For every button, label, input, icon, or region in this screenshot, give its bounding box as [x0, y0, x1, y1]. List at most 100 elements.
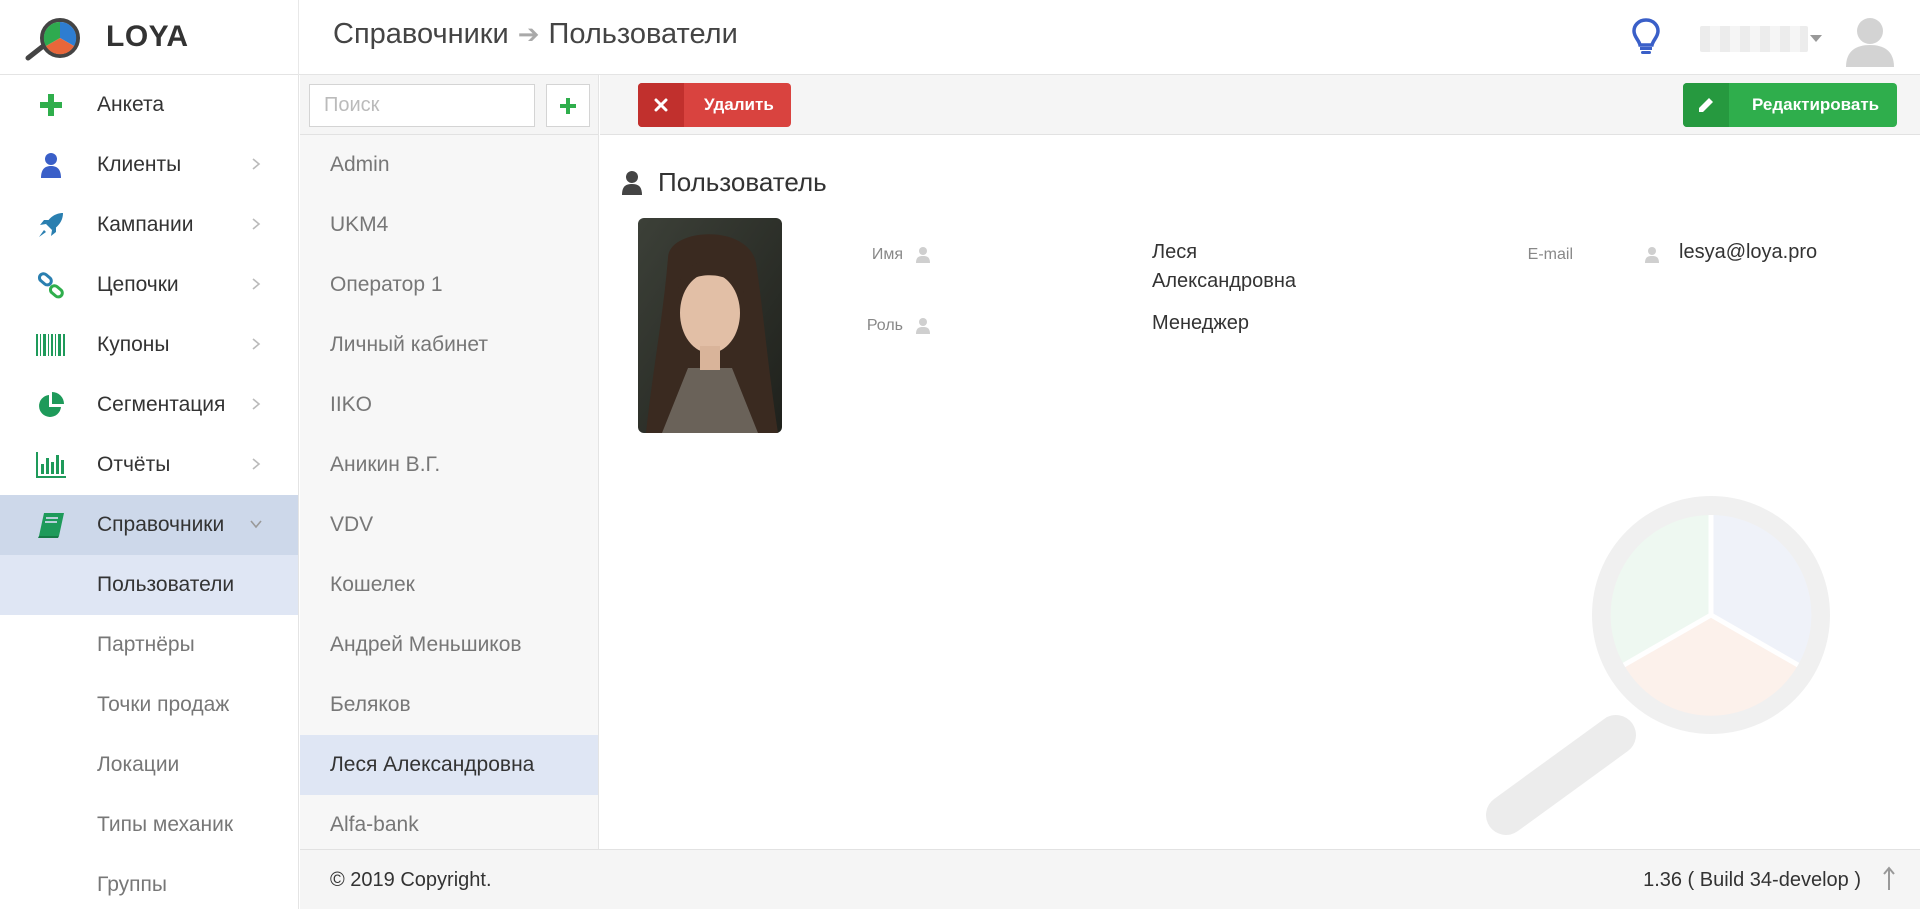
- sidebar-item-directories[interactable]: Справочники: [0, 495, 298, 555]
- edit-button-label: Редактировать: [1752, 95, 1880, 114]
- section-title-text: Пользователь: [658, 167, 827, 197]
- loya-watermark-icon: [1486, 496, 1830, 835]
- list-item-label: VDV: [330, 513, 374, 536]
- user-menu-caret-icon[interactable]: [1810, 35, 1822, 42]
- sidebar-item-anketa[interactable]: Анкета: [0, 75, 298, 135]
- sidebar-item-segmentation[interactable]: Сегментация: [0, 375, 298, 435]
- chevron-right-icon: [252, 398, 261, 410]
- breadcrumb-arrow-icon: ➔: [517, 19, 540, 49]
- user-detail-panel: Удалить Редактировать Пользователь Имя Л…: [600, 75, 1920, 849]
- sidebar-item-label: Цепочки: [97, 273, 179, 296]
- rocket-icon: [34, 210, 68, 240]
- list-item-label: Аникин В.Г.: [330, 453, 441, 476]
- user-icon: [1645, 247, 1659, 263]
- list-item-label: Admin: [330, 153, 390, 176]
- sidebar-item-label: Анкета: [97, 93, 165, 116]
- list-item-label: Беляков: [330, 693, 411, 716]
- close-icon: [638, 83, 684, 127]
- list-item-label: IIKO: [330, 393, 373, 416]
- sidebar-item-clients[interactable]: Клиенты: [0, 135, 298, 195]
- sidebar-item-reports[interactable]: Отчёты: [0, 435, 298, 495]
- search-input[interactable]: [309, 84, 535, 127]
- list-item[interactable]: Кошелек: [300, 555, 598, 615]
- sidebar-subitem-label: Точки продаж: [97, 693, 230, 716]
- user-avatar[interactable]: [1842, 11, 1898, 67]
- sidebar-subitem-partners[interactable]: Партнёры: [0, 615, 298, 675]
- sidebar-subitem-locations[interactable]: Локации: [0, 735, 298, 795]
- list-item[interactable]: Аникин В.Г.: [300, 435, 598, 495]
- add-user-button[interactable]: [546, 84, 590, 127]
- sidebar-item-label: Клиенты: [97, 153, 182, 176]
- arrow-up-icon[interactable]: [1881, 866, 1897, 892]
- user-icon: [622, 170, 642, 195]
- email-value: lesya@loya.pro: [1679, 241, 1818, 263]
- brand-name: LOYA: [106, 20, 189, 53]
- list-item-selected[interactable]: Леся Александровна: [300, 735, 598, 795]
- list-item[interactable]: IIKO: [300, 375, 598, 435]
- sidebar-item-label: Отчёты: [97, 453, 171, 476]
- list-item[interactable]: Беляков: [300, 675, 598, 735]
- breadcrumb-parent[interactable]: Справочники: [333, 18, 509, 51]
- section-title: Пользователь: [622, 167, 827, 198]
- sidebar-subitem-mechanic-types[interactable]: Типы механик: [0, 795, 298, 855]
- name-label: Имя: [871, 246, 903, 263]
- sidebar-item-campaigns[interactable]: Кампании: [0, 195, 298, 255]
- link-icon: [34, 270, 68, 300]
- footer: © 2019 Copyright. 1.36 ( Build 34-develo…: [300, 849, 1920, 909]
- breadcrumb-current: Пользователи: [548, 18, 738, 50]
- list-item-label: Леся Александровна: [330, 753, 535, 776]
- edit-button[interactable]: Редактировать: [1683, 83, 1897, 127]
- sidebar-subitem-label: Группы: [97, 873, 167, 896]
- list-toolbar: [300, 75, 598, 135]
- brand[interactable]: LOYA: [0, 0, 299, 75]
- sidebar-item-label: Сегментация: [97, 393, 226, 416]
- sidebar-subitem-label: Пользователи: [97, 573, 235, 596]
- users-list-panel: Admin UKM4 Оператор 1 Личный кабинет IIK…: [300, 75, 599, 849]
- list-item[interactable]: Оператор 1: [300, 255, 598, 315]
- chevron-right-icon: [252, 218, 261, 230]
- lightbulb-icon[interactable]: [1629, 17, 1663, 57]
- list-item-label: UKM4: [330, 213, 389, 236]
- role-value: Менеджер: [1152, 312, 1250, 334]
- chevron-right-icon: [252, 278, 261, 290]
- detail-toolbar: Удалить Редактировать: [600, 75, 1920, 135]
- sidebar-subitem-sales-points[interactable]: Точки продаж: [0, 675, 298, 735]
- plus-icon: [560, 97, 576, 114]
- sidebar-subitem-groups[interactable]: Группы: [0, 855, 298, 909]
- user-icon: [916, 318, 930, 334]
- sidebar-item-label: Справочники: [97, 513, 225, 536]
- list-item[interactable]: VDV: [300, 495, 598, 555]
- chevron-right-icon: [252, 338, 261, 350]
- sidebar-item-coupons[interactable]: Купоны: [0, 315, 298, 375]
- user-icon: [34, 150, 68, 180]
- chevron-right-icon: [252, 458, 261, 470]
- list-item[interactable]: UKM4: [300, 195, 598, 255]
- list-item[interactable]: Admin: [300, 135, 598, 195]
- bar-chart-icon: [34, 450, 68, 480]
- delete-button-label: Удалить: [704, 95, 774, 114]
- top-header: LOYA Справочники ➔ Пользователи: [0, 0, 1920, 75]
- book-icon: [34, 510, 68, 540]
- breadcrumb: Справочники ➔ Пользователи: [333, 18, 738, 51]
- user-name-blurred[interactable]: [1700, 26, 1808, 52]
- barcode-icon: [34, 330, 68, 360]
- list-item-label: Андрей Меньшиков: [330, 633, 522, 656]
- pencil-icon: [1683, 83, 1729, 127]
- copyright-text: © 2019 Copyright.: [330, 869, 492, 891]
- sidebar-item-chains[interactable]: Цепочки: [0, 255, 298, 315]
- list-item-label: Личный кабинет: [330, 333, 488, 356]
- chevron-right-icon: [252, 158, 261, 170]
- name-value-line1: Леся: [1152, 241, 1198, 263]
- chevron-down-icon: [250, 520, 262, 529]
- list-item-label: Alfa-bank: [330, 813, 419, 836]
- sidebar-subitem-label: Локации: [97, 753, 180, 776]
- user-photo: [638, 218, 782, 433]
- name-value-line2: Александровна: [1152, 270, 1296, 292]
- list-item[interactable]: Alfa-bank: [300, 795, 598, 849]
- sidebar-subitem-users[interactable]: Пользователи: [0, 555, 298, 615]
- list-item[interactable]: Андрей Меньшиков: [300, 615, 598, 675]
- list-item[interactable]: Личный кабинет: [300, 315, 598, 375]
- sidebar-subitem-label: Партнёры: [97, 633, 195, 656]
- delete-button[interactable]: Удалить: [638, 83, 791, 127]
- role-label: Роль: [866, 317, 903, 334]
